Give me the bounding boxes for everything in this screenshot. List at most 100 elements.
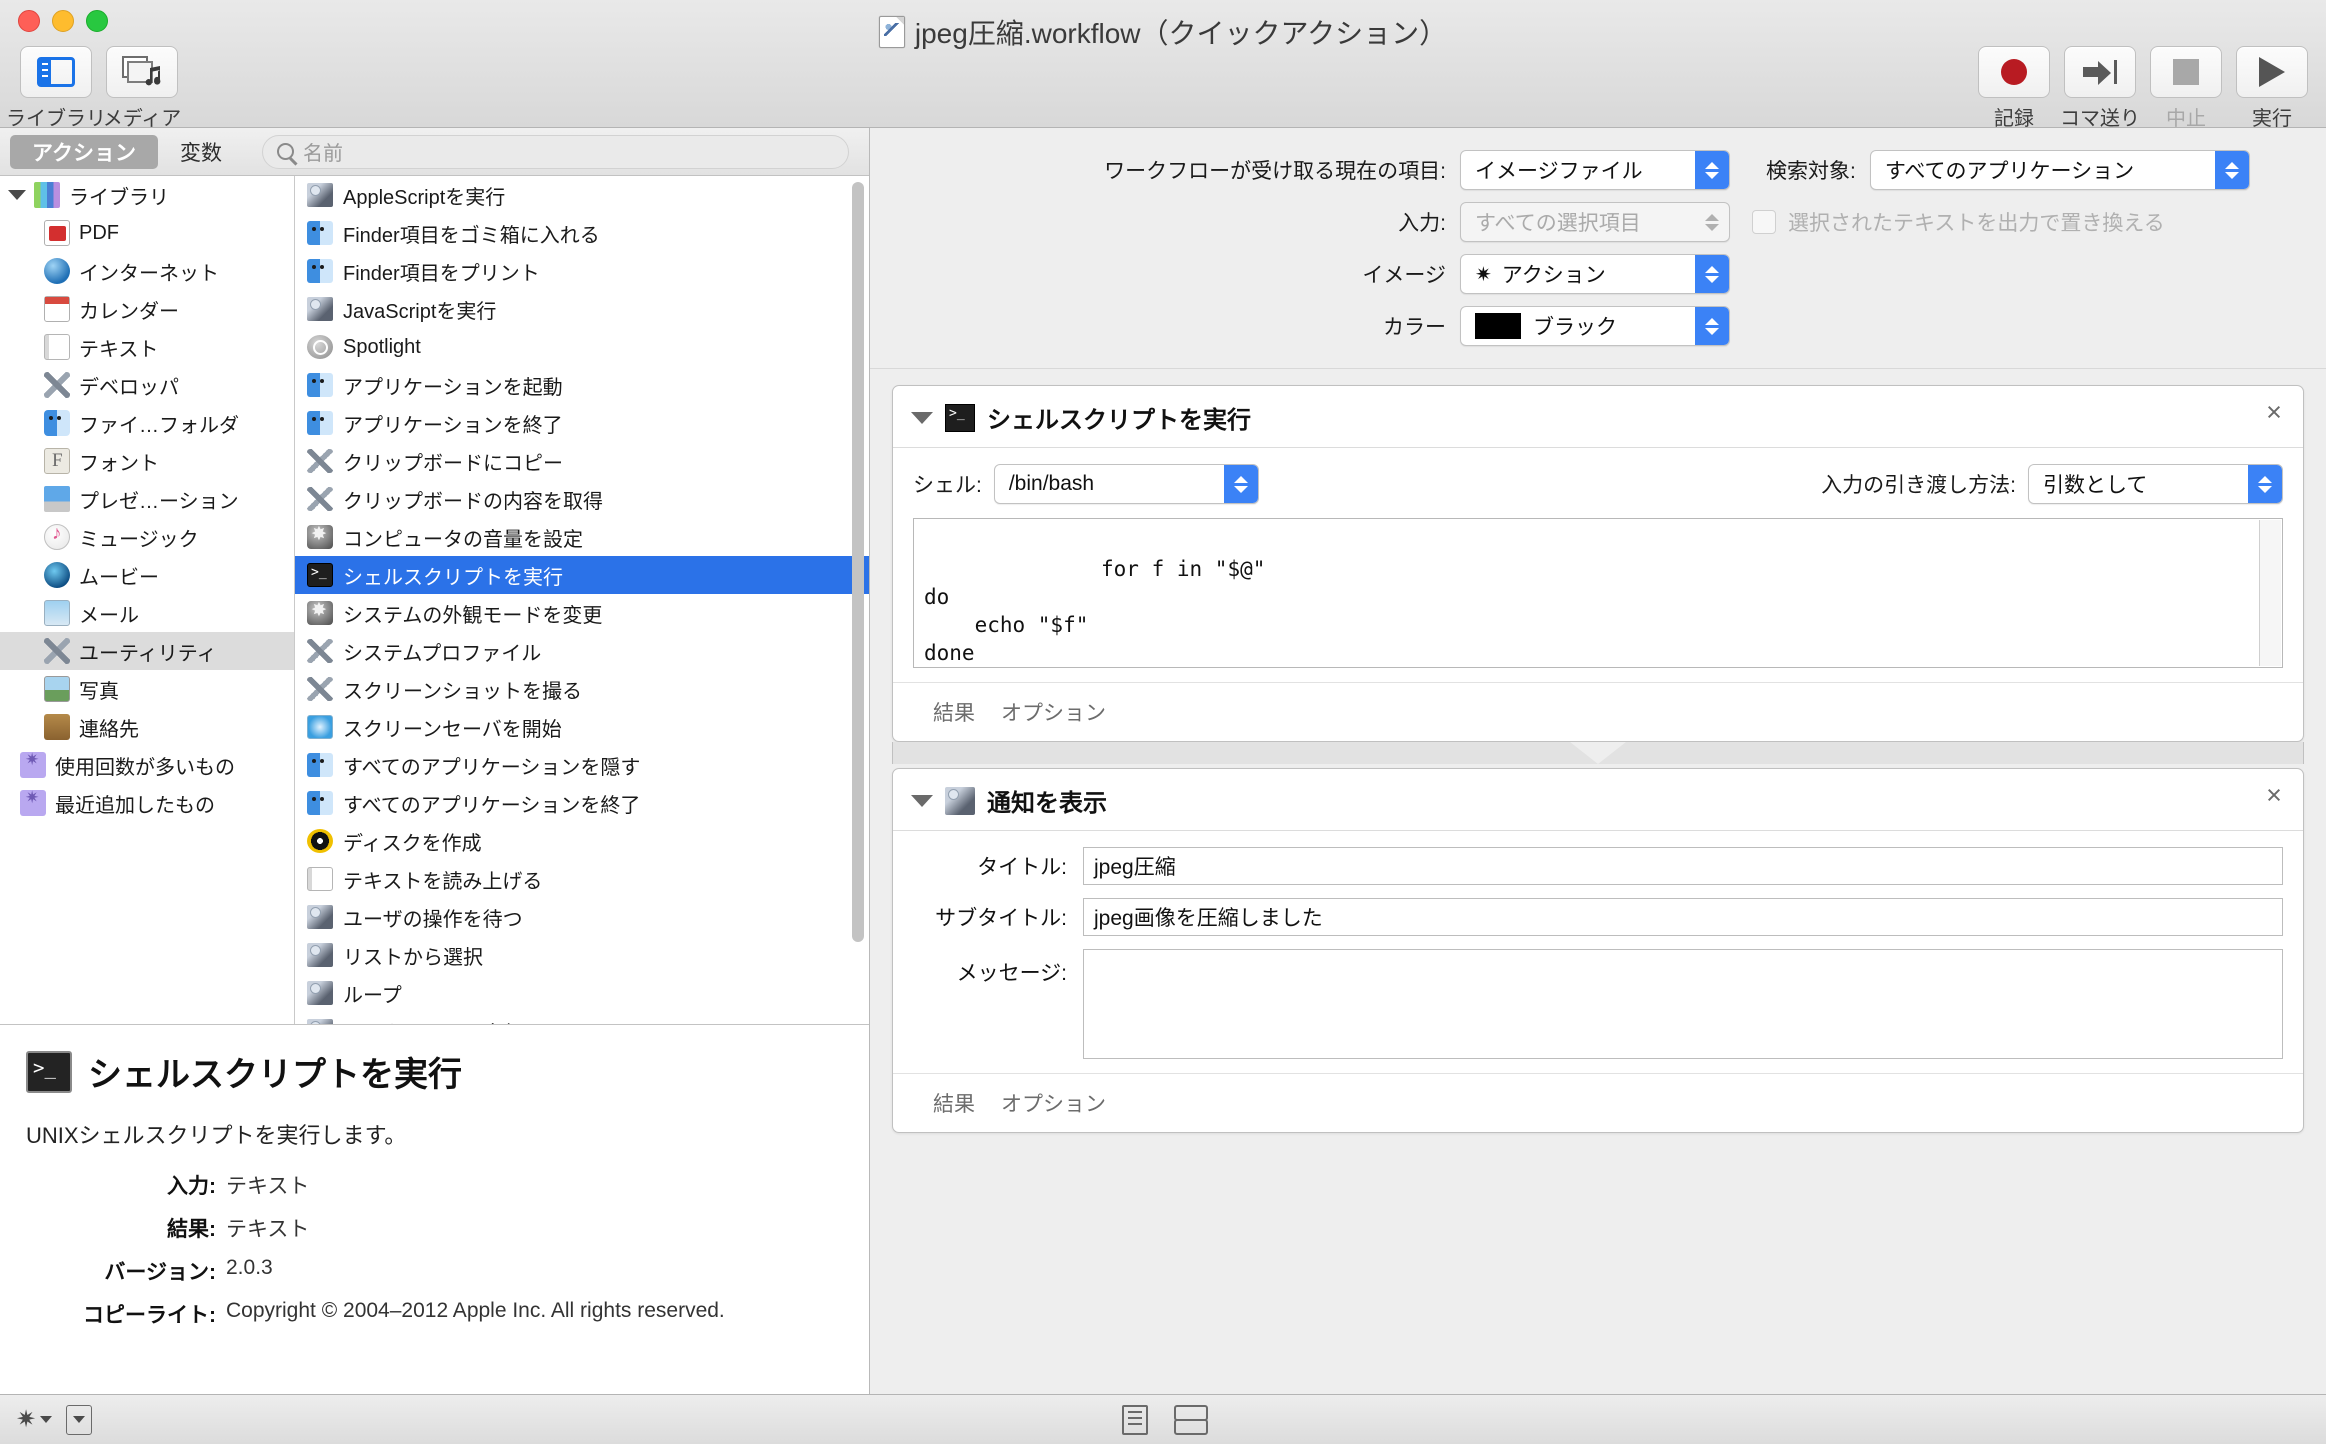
notification-message-input[interactable] (1083, 949, 2283, 1059)
action-item-17[interactable]: ディスクを作成 (295, 822, 869, 860)
tab-variables[interactable]: 変数 (158, 135, 244, 169)
run-button[interactable]: 実行 (2234, 46, 2310, 131)
category-item-7[interactable]: フォント (0, 442, 294, 480)
close-icon[interactable]: × (2261, 399, 2287, 426)
finder-icon (307, 259, 333, 283)
tab-actions[interactable]: アクション (10, 134, 158, 169)
category-item-4[interactable]: テキスト (0, 328, 294, 366)
color-dropdown[interactable]: ブラック (1460, 306, 1730, 346)
action-item-2[interactable]: Finder項目をプリント (295, 252, 869, 290)
gear-dropdown-icon[interactable]: ✷ (16, 1405, 53, 1434)
action-item-20[interactable]: リストから選択 (295, 936, 869, 974)
image-dropdown[interactable]: ✷ アクション (1460, 254, 1730, 294)
action-item-22[interactable]: ワークフローを実行 (295, 1012, 869, 1024)
action-item-16[interactable]: すべてのアプリケーションを終了 (295, 784, 869, 822)
disclosure-triangle-icon[interactable] (911, 411, 933, 424)
category-item-3[interactable]: カレンダー (0, 290, 294, 328)
category-item-13[interactable]: 写真 (0, 670, 294, 708)
utility-icon (307, 487, 333, 511)
action-item-selected[interactable]: シェルスクリプトを実行 (295, 556, 869, 594)
tab-results[interactable]: 結果 (933, 697, 975, 727)
category-item-2[interactable]: インターネット (0, 252, 294, 290)
library-toggle-button[interactable]: ライブラリ (6, 46, 106, 131)
shell-script-editor[interactable]: for f in "$@" do echo "$f" done /usr/loc… (913, 518, 2283, 668)
stop-button[interactable]: 中止 (2148, 46, 2224, 131)
action-item-3[interactable]: JavaScriptを実行 (295, 290, 869, 328)
action-list-scrollbar[interactable] (849, 180, 865, 1020)
category-item-15[interactable]: 使用回数が多いもの (0, 746, 294, 784)
disclosure-triangle-icon[interactable] (911, 794, 933, 807)
action-item-9[interactable]: コンピュータの音量を設定 (295, 518, 869, 556)
category-item-10[interactable]: ムービー (0, 556, 294, 594)
applescript-icon (307, 297, 333, 321)
action-item-13[interactable]: スクリーンショットを撮る (295, 670, 869, 708)
pass-input-dropdown[interactable]: 引数として (2028, 464, 2283, 504)
disclosure-triangle-icon[interactable] (8, 190, 26, 200)
photos-icon (44, 676, 70, 702)
record-button[interactable]: 記録 (1976, 46, 2052, 131)
media-toggle-button[interactable]: メディア (103, 46, 181, 131)
replace-text-checkbox[interactable] (1752, 210, 1776, 234)
action-item-8[interactable]: クリップボードの内容を取得 (295, 480, 869, 518)
library-segmented-control[interactable]: アクション 変数 (10, 134, 244, 169)
category-item-11[interactable]: メール (0, 594, 294, 632)
action-card-shell-script: シェルスクリプトを実行 × シェル: /bin/bash (892, 385, 2304, 742)
action-item-7[interactable]: クリップボードにコピー (295, 442, 869, 480)
replace-text-checkbox-row[interactable]: 選択されたテキストを出力で置き換える (1752, 207, 2165, 237)
action-item-18[interactable]: テキストを読み上げる (295, 860, 869, 898)
category-item-6[interactable]: ファイ…フォルダ (0, 404, 294, 442)
category-item-label: 使用回数が多いもの (55, 756, 235, 779)
action-item-6[interactable]: アプリケーションを終了 (295, 404, 869, 442)
action-item-0[interactable]: AppleScriptを実行 (295, 176, 869, 214)
notification-card-header[interactable]: 通知を表示 (893, 769, 2303, 831)
tab-options[interactable]: オプション (1001, 1088, 1106, 1118)
receives-dropdown[interactable]: イメージファイル (1460, 150, 1730, 190)
close-icon[interactable]: × (2261, 782, 2287, 809)
workflow-pane: ワークフローが受け取る現在の項目: イメージファイル 検索対象: すべてのアプリ… (870, 128, 2326, 1394)
shell-dropdown[interactable]: /bin/bash (993, 464, 1259, 504)
info-metadata: 入力: テキスト 結果: テキスト バージョン: 2.0.3 コピーライト: Copyrigh… (26, 1170, 843, 1329)
category-item-1[interactable]: PDF (0, 214, 294, 252)
action-item-1[interactable]: Finder項目をゴミ箱に入れる (295, 214, 869, 252)
action-item-14[interactable]: スクリーンセーバを開始 (295, 708, 869, 746)
shell-card-tabs[interactable]: 結果 オプション (893, 682, 2303, 741)
category-item-12[interactable]: ユーティリティ (0, 632, 294, 670)
category-item-9[interactable]: ミュージック (0, 518, 294, 556)
chevron-updown-icon (1223, 465, 1258, 503)
category-item-8[interactable]: プレゼ…ーション (0, 480, 294, 518)
category-item-0[interactable]: ライブラリ (0, 176, 294, 214)
action-item-15[interactable]: すべてのアプリケーションを隠す (295, 746, 869, 784)
action-item-5[interactable]: アプリケーションを起動 (295, 366, 869, 404)
action-list[interactable]: AppleScriptを実行 Finder項目をゴミ箱に入れる Finder項目をプ… (295, 176, 869, 1024)
image-row: イメージ ✷ アクション (900, 254, 2296, 294)
action-item-12[interactable]: システムプロファイル (295, 632, 869, 670)
category-item-14[interactable]: 連絡先 (0, 708, 294, 746)
notification-title-input[interactable]: jpeg圧縮 (1083, 847, 2283, 885)
script-scrollbar[interactable] (2259, 520, 2281, 666)
action-item-19[interactable]: ユーザの操作を待つ (295, 898, 869, 936)
notification-subtitle-input[interactable]: jpeg画像を圧縮しました (1083, 898, 2283, 936)
category-list[interactable]: ライブラリ PDF インターネットカレンダーテキストデベロッパファイ…フォルダフォン… (0, 176, 295, 1024)
category-item-label: プレゼ…ーション (79, 490, 239, 513)
record-icon (2001, 59, 2027, 85)
tab-options[interactable]: オプション (1001, 697, 1106, 727)
search-scope-value: すべてのアプリケーション (1884, 160, 2135, 183)
receives-row: ワークフローが受け取る現在の項目: イメージファイル 検索対象: すべてのアプリ… (900, 150, 2296, 190)
smart-folder-icon (20, 750, 46, 778)
notification-card-tabs[interactable]: 結果 オプション (893, 1073, 2303, 1132)
tab-results[interactable]: 結果 (933, 1088, 975, 1118)
category-item-5[interactable]: デベロッパ (0, 366, 294, 404)
action-item-21[interactable]: ループ (295, 974, 869, 1012)
list-view-icon[interactable] (1122, 1404, 1148, 1435)
category-item-16[interactable]: 最近追加したもの (0, 784, 294, 822)
grid-view-icon[interactable] (1174, 1404, 1208, 1435)
action-item-11[interactable]: システムの外観モードを変更 (295, 594, 869, 632)
search-scope-dropdown[interactable]: すべてのアプリケーション (1869, 150, 2250, 190)
collapse-icon[interactable] (66, 1404, 93, 1435)
scrollbar-thumb[interactable] (852, 182, 864, 942)
action-item-4[interactable]: Spotlight (295, 328, 869, 366)
search-input[interactable]: 名前 (261, 134, 849, 169)
step-button[interactable]: コマ送り (2060, 46, 2140, 131)
input-dropdown[interactable]: すべての選択項目 (1460, 202, 1730, 242)
shell-card-header[interactable]: シェルスクリプトを実行 (893, 386, 2303, 448)
